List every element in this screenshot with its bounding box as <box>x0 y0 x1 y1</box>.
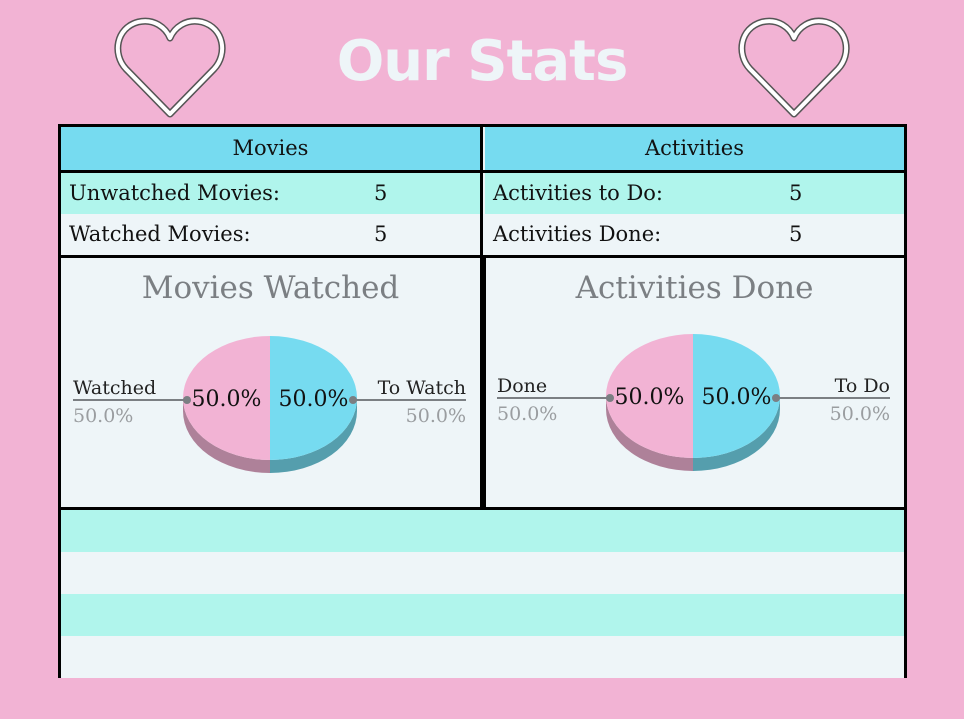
activities-todo-value: 5 <box>789 181 803 205</box>
unwatched-movies-value: 5 <box>374 181 388 205</box>
unwatched-movies-row: Unwatched Movies: 5 <box>61 173 480 214</box>
divider-stats <box>61 255 904 258</box>
leader-dot <box>772 394 780 402</box>
page-title: Our Stats <box>336 29 629 94</box>
empty-row-3 <box>61 594 904 636</box>
watched-movies-value: 5 <box>374 222 388 246</box>
legend-label: Done <box>497 375 547 397</box>
pie-slice-label: 50.0% <box>702 385 772 410</box>
divider-charts <box>61 507 904 510</box>
legend-label: Watched <box>73 377 156 399</box>
legend-percent: 50.0% <box>73 405 133 427</box>
legend-label: To Watch <box>378 377 466 399</box>
legend-label: To Do <box>835 375 890 397</box>
divider-vertical-charts <box>480 255 486 507</box>
empty-row-2 <box>61 552 904 594</box>
empty-row-1 <box>61 510 904 552</box>
activities-pie-chart: 50.0% 50.0% Done 50.0% To Do 50.0% <box>497 334 890 471</box>
divider-vertical-top <box>480 127 483 255</box>
activities-todo-row: Activities to Do: 5 <box>485 173 904 214</box>
leader-dot <box>183 396 191 404</box>
legend-percent: 50.0% <box>830 403 890 425</box>
divider-header <box>61 170 904 173</box>
pie-slice-label: 50.0% <box>615 385 685 410</box>
leader-dot <box>349 396 357 404</box>
pie-slice-label: 50.0% <box>279 387 349 412</box>
activities-done-label: Activities Done: <box>493 222 662 246</box>
legend-percent: 50.0% <box>497 403 557 425</box>
watched-movies-row: Watched Movies: 5 <box>61 214 480 255</box>
activities-done-value: 5 <box>789 222 803 246</box>
pie-slice-label: 50.0% <box>192 387 262 412</box>
movies-header: Movies <box>61 127 480 170</box>
activities-todo-label: Activities to Do: <box>493 181 664 205</box>
legend-percent: 50.0% <box>406 405 466 427</box>
activities-chart-title: Activities Done <box>575 270 814 306</box>
unwatched-movies-label: Unwatched Movies: <box>69 181 280 205</box>
activities-header: Activities <box>485 127 904 170</box>
watched-movies-label: Watched Movies: <box>69 222 251 246</box>
empty-row-4 <box>61 636 904 678</box>
stats-panel: Movies Activities Unwatched Movies: 5 Wa… <box>58 124 907 678</box>
activities-done-row: Activities Done: 5 <box>485 214 904 255</box>
movies-pie-chart: 50.0% 50.0% Watched 50.0% To Watch 50.0% <box>73 336 466 473</box>
movies-chart-title: Movies Watched <box>141 270 400 306</box>
leader-dot <box>606 394 614 402</box>
